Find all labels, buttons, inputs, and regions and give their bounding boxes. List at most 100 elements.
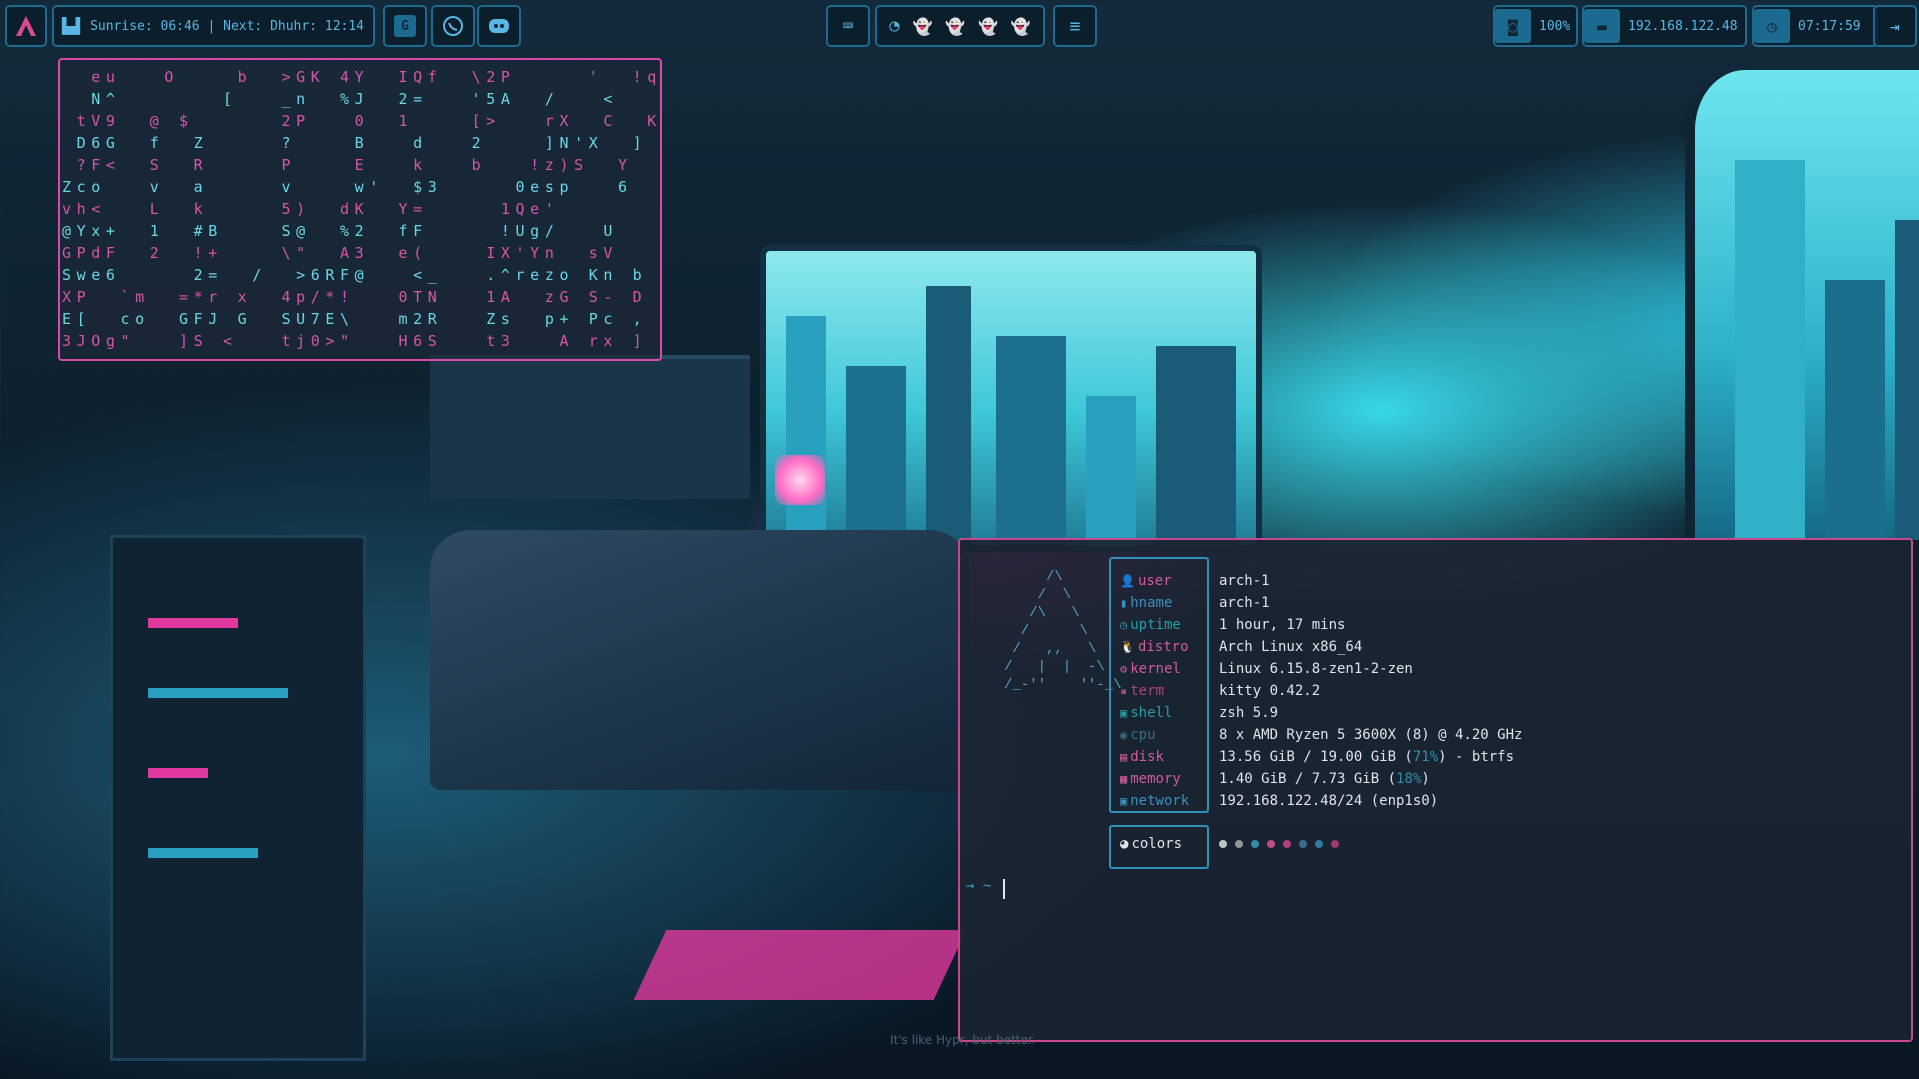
fastfetch-value-distro: Arch Linux x86_64 bbox=[1219, 639, 1363, 655]
usage-percent: 18% bbox=[1396, 771, 1422, 787]
fastfetch-label-kernel: ⚙ kernel bbox=[1120, 658, 1181, 680]
fastfetch-value-disk: 13.56 GiB / 19.00 GiB (71%) - btrfs bbox=[1219, 746, 1514, 768]
matrix-line: eu O b >GK 4Y IQf \2P ' !q bbox=[62, 68, 662, 86]
palette-icon: ◕ bbox=[1120, 836, 1129, 852]
cpu-icon: ◉ bbox=[1120, 728, 1128, 742]
wallpaper-city-window bbox=[760, 245, 1262, 552]
fastfetch-label-shell: ▣ shell bbox=[1120, 702, 1172, 724]
wallpaper-floor-glow bbox=[633, 930, 967, 1000]
value-prefix: 13.56 GiB / 19.00 GiB ( bbox=[1219, 749, 1413, 765]
distro-icon: 🐧 bbox=[1120, 640, 1135, 654]
ip-address: 192.168.122.48 bbox=[1628, 18, 1738, 34]
wallpaper-lamp bbox=[775, 455, 825, 505]
matrix-line: D6G f Z ? B d 2 ]N'X ] bbox=[62, 134, 648, 152]
text-cursor bbox=[1003, 879, 1005, 899]
ghost-icon[interactable]: 👻 bbox=[945, 17, 965, 36]
fastfetch-label-hname: ▮ hname bbox=[1120, 592, 1172, 614]
arch-logo-icon bbox=[16, 16, 36, 36]
matrix-line: 3JOg" ]S < tj0>" H6S t3 A rx ] bbox=[62, 332, 648, 350]
discord-icon bbox=[489, 19, 509, 33]
clock-time: 07:17:59 bbox=[1798, 18, 1861, 34]
terminal-icon: ▪ bbox=[1120, 684, 1128, 698]
fastfetch-label-text: cpu bbox=[1130, 727, 1156, 743]
palette-dot bbox=[1299, 840, 1307, 848]
fastfetch-label-memory: ▦ memory bbox=[1120, 768, 1181, 790]
fastfetch-value-memory: 1.40 GiB / 7.73 GiB (18%) bbox=[1219, 768, 1430, 790]
network-widget[interactable]: ▬ 192.168.122.48 bbox=[1582, 5, 1747, 47]
kernel-icon: ⚙ bbox=[1120, 662, 1128, 676]
disk-icon: ▤ bbox=[1120, 750, 1128, 764]
launcher-button[interactable] bbox=[5, 5, 47, 47]
shell-icon: ▣ bbox=[1120, 706, 1128, 720]
palette-dot bbox=[1283, 840, 1291, 848]
matrix-line: N^ [ _n %J 2= '5A / < bbox=[62, 90, 648, 108]
fastfetch-label-uptime: ◷ uptime bbox=[1120, 614, 1181, 636]
matrix-line: ?F< S R P E k b !z)S Y bbox=[62, 156, 633, 174]
ghost-icon[interactable]: 👻 bbox=[912, 17, 932, 36]
fastfetch-value-kernel: Linux 6.15.8-zen1-2-zen bbox=[1219, 661, 1413, 677]
whatsapp-button[interactable] bbox=[431, 5, 475, 47]
fastfetch-label-disk: ▤ disk bbox=[1120, 746, 1164, 768]
mosque-icon: ▙▟ bbox=[62, 17, 81, 35]
fastfetch-label-text: distro bbox=[1137, 639, 1189, 655]
volume-widget[interactable]: ◙ 100% bbox=[1493, 5, 1578, 47]
discord-button[interactable] bbox=[477, 5, 521, 47]
matrix-line: XP `m =*r x 4p/*! 0TN 1A zG S- D bbox=[62, 288, 648, 306]
wallpaper-city-right bbox=[1685, 70, 1919, 540]
fastfetch-value-term: kitty 0.42.2 bbox=[1219, 683, 1321, 699]
matrix-line: vh< L k 5) dK Y= 1Qe' bbox=[62, 200, 633, 218]
volume-value: 100% bbox=[1539, 18, 1571, 34]
workspaces-widget[interactable]: ◔ 👻 👻 👻 👻 bbox=[875, 5, 1045, 47]
matrix-line: E[ co GFJ G SU7E\ m2R Zs p+ Pc , bbox=[62, 310, 648, 328]
whatsapp-icon bbox=[443, 16, 463, 36]
matrix-rain-window[interactable]: eu O b >GK 4Y IQf \2P ' !q N^ [ _n %J 2=… bbox=[58, 58, 662, 361]
fastfetch-label-term: ▪ term bbox=[1120, 680, 1164, 702]
logout-icon: ⇥ bbox=[1890, 16, 1900, 36]
usage-percent: 71% bbox=[1412, 749, 1439, 765]
tagline: It's like Hypr, but better. bbox=[890, 1033, 1036, 1047]
fastfetch-label-text: term bbox=[1130, 683, 1164, 699]
gmail-icon: G bbox=[394, 15, 416, 37]
value-suffix: ) - btrfs bbox=[1438, 749, 1515, 765]
matrix-line: Zco v a v w' $3 0esp 6 bbox=[62, 178, 633, 196]
fastfetch-label-cpu: ◉ cpu bbox=[1120, 724, 1156, 746]
uptime-icon: ◷ bbox=[1120, 618, 1128, 632]
value-suffix: ) bbox=[1421, 771, 1430, 787]
memory-icon: ▦ bbox=[1120, 772, 1128, 786]
fastfetch-label-text: network bbox=[1130, 793, 1190, 809]
arch-ascii-logo: /\ / \ /\ \ / \ / ,, \ / | | -\ /_-'' ''… bbox=[1004, 569, 1122, 693]
network-icon: ▣ bbox=[1120, 794, 1128, 808]
ghost-icon[interactable]: 👻 bbox=[978, 17, 998, 36]
logout-button[interactable]: ⇥ bbox=[1873, 5, 1917, 47]
monitor-icon: ▬ bbox=[1584, 9, 1620, 43]
hostname-icon: ▮ bbox=[1120, 596, 1128, 610]
pacman-icon[interactable]: ◔ bbox=[889, 16, 899, 36]
colors-label-row: ◕ colors bbox=[1120, 833, 1182, 855]
matrix-line: Swe6 2= / >6RF@ <_ .^rezo Kn b bbox=[62, 266, 648, 284]
fastfetch-value-shell: zsh 5.9 bbox=[1219, 705, 1279, 721]
matrix-line: tV9 @ $ 2P 0 1 [> rX C K bbox=[62, 112, 662, 130]
menu-button[interactable]: ≡ bbox=[1053, 5, 1097, 47]
colors-label: colors bbox=[1131, 836, 1183, 852]
palette-dot bbox=[1331, 840, 1339, 848]
fastfetch-label-text: uptime bbox=[1130, 617, 1181, 633]
clock-widget[interactable]: ◷ 07:17:59 bbox=[1752, 5, 1878, 47]
wallpaper-bed bbox=[430, 530, 970, 790]
fastfetch-label-text: memory bbox=[1130, 771, 1181, 787]
fastfetch-value-cpu: 8 x AMD Ryzen 5 3600X (8) @ 4.20 GHz bbox=[1219, 727, 1523, 743]
prayer-times-widget[interactable]: ▙▟ Sunrise: 06:46 | Next: Dhuhr: 12:14 bbox=[52, 5, 375, 47]
wallpaper-rack bbox=[110, 535, 366, 1061]
fastfetch-label-text: user bbox=[1137, 573, 1172, 589]
matrix-line: @Yx+ 1 #B S@ %2 fF !Ug/ U bbox=[62, 222, 618, 240]
speaker-icon: ◙ bbox=[1495, 9, 1531, 43]
fastfetch-label-text: disk bbox=[1130, 749, 1164, 765]
gmail-button[interactable]: G bbox=[383, 5, 427, 47]
prayer-times-text: Sunrise: 06:46 | Next: Dhuhr: 12:14 bbox=[90, 18, 364, 34]
ghost-icon[interactable]: 👻 bbox=[1011, 17, 1031, 36]
fastfetch-value-network: 192.168.122.48/24 (enp1s0) bbox=[1219, 793, 1439, 809]
keyboard-icon: ⌨ bbox=[842, 15, 854, 37]
value-prefix: 1.40 GiB / 7.73 GiB ( bbox=[1219, 771, 1397, 787]
palette-dot bbox=[1267, 840, 1275, 848]
keyboard-button[interactable]: ⌨ bbox=[826, 5, 870, 47]
fastfetch-label-text: kernel bbox=[1130, 661, 1181, 677]
